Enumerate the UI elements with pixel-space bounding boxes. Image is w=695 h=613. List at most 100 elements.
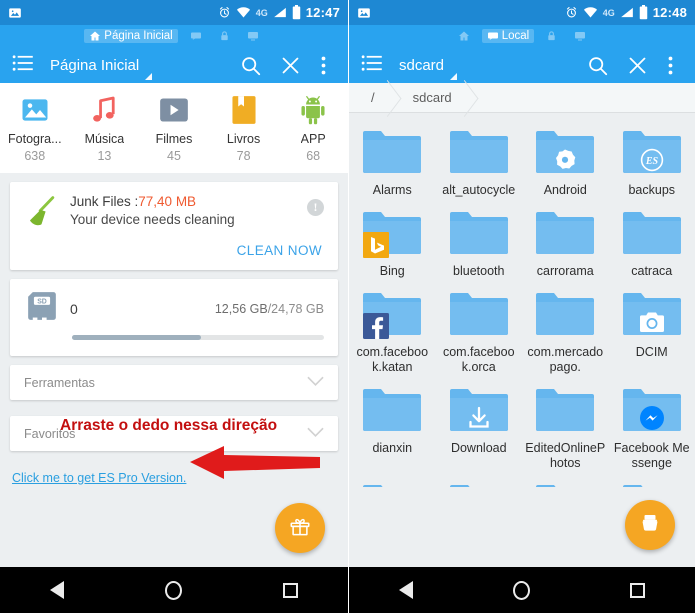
- home-circle-icon[interactable]: [164, 580, 182, 600]
- clean-now-button[interactable]: CLEAN NOW: [24, 235, 324, 262]
- folder-item[interactable]: [522, 477, 609, 487]
- folder-item[interactable]: Download: [436, 381, 523, 477]
- info-icon[interactable]: !: [307, 199, 324, 216]
- folder-item[interactable]: DCIM: [609, 285, 695, 381]
- svg-text:SD: SD: [37, 299, 47, 306]
- category-livros[interactable]: Livros 78: [209, 91, 279, 163]
- folder-item[interactable]: ES backups: [609, 123, 695, 204]
- toolbar-title: sdcard: [399, 56, 445, 74]
- back-triangle-icon[interactable]: [50, 581, 65, 599]
- storage-card[interactable]: SD 0 12,56 GB/24,78 GB: [10, 279, 338, 356]
- folder-name: Facebook Messenge: [613, 441, 690, 470]
- folder-icon: [361, 385, 423, 437]
- back-triangle-icon[interactable]: [399, 581, 413, 599]
- folder-item[interactable]: Facebook Messenge: [609, 381, 695, 477]
- folder-item[interactable]: dianxin: [349, 381, 436, 477]
- cleaner-fab-button[interactable]: [625, 500, 675, 550]
- folder-item[interactable]: Bing: [349, 204, 436, 285]
- folder-icon: [361, 127, 423, 179]
- network-type-label: 4G: [255, 7, 268, 18]
- breadcrumb-item-sdcard[interactable]: sdcard: [391, 83, 468, 113]
- folder-icon: [361, 208, 423, 260]
- junk-files-card[interactable]: Junk Files :77,40 MB Your device needs c…: [10, 182, 338, 270]
- category-app[interactable]: APP 68: [278, 91, 348, 163]
- category-count: 13: [97, 149, 112, 163]
- folder-item[interactable]: com.mercadopago.: [522, 285, 609, 381]
- folder-item[interactable]: bluetooth: [436, 204, 523, 285]
- dropdown-caret-icon[interactable]: [145, 73, 153, 80]
- folder-item[interactable]: EditedOnlinePhotos: [522, 381, 609, 477]
- category-filmes[interactable]: Filmes 45: [139, 91, 209, 163]
- folder-item[interactable]: com.facebook.orca: [436, 285, 523, 381]
- home-icon: [89, 30, 101, 42]
- folder-item[interactable]: alt_autocycle: [436, 123, 523, 204]
- chevron-down-icon[interactable]: [307, 374, 324, 392]
- wifi-icon: [583, 6, 598, 19]
- more-vertical-icon[interactable]: [657, 56, 683, 75]
- category-label: Livros: [226, 132, 261, 146]
- folder-item[interactable]: [349, 477, 436, 487]
- chevron-down-icon[interactable]: [307, 425, 324, 443]
- gift-icon: [289, 515, 311, 542]
- tab-secure[interactable]: [541, 29, 562, 43]
- list-menu-icon[interactable]: [361, 54, 391, 76]
- broom-icon: [24, 194, 60, 235]
- es-logo-icon: ES: [639, 147, 665, 173]
- junk-size: 77,40 MB: [138, 194, 197, 209]
- toolbar-right: sdcard: [349, 47, 695, 83]
- tab-pagina-inicial[interactable]: Página Inicial: [84, 29, 178, 43]
- home-circle-icon[interactable]: [513, 580, 530, 600]
- book-icon: [225, 91, 263, 129]
- tab-local[interactable]: [185, 29, 207, 43]
- close-icon[interactable]: [617, 55, 657, 76]
- category-shortcuts: Fotogra... 638 Música 13 Filmes 45 Livro…: [0, 83, 348, 173]
- recents-square-icon[interactable]: [630, 582, 645, 598]
- folder-item[interactable]: [609, 477, 695, 487]
- category-musica[interactable]: Música 13: [70, 91, 140, 163]
- folder-icon: [621, 481, 683, 487]
- storage-value: 0: [70, 300, 78, 317]
- storage-progress-fill: [72, 335, 201, 340]
- junk-subtitle: Your device needs cleaning: [70, 212, 235, 227]
- folder-icon: [534, 289, 596, 341]
- folder-icon: [448, 127, 510, 179]
- breadcrumb-item-root[interactable]: /: [349, 83, 391, 113]
- folder-item[interactable]: [436, 477, 523, 487]
- tab-secure[interactable]: [214, 29, 235, 43]
- tab-pagina-inicial[interactable]: [453, 29, 475, 43]
- folder-item[interactable]: carrorama: [522, 204, 609, 285]
- android-navigation-bar-right: [349, 567, 695, 613]
- tab-remote[interactable]: [569, 29, 591, 43]
- dropdown-caret-icon[interactable]: [450, 73, 458, 80]
- folder-name: com.facebook.orca: [442, 345, 515, 374]
- folder-item[interactable]: Alarms: [349, 123, 436, 204]
- folder-item[interactable]: catraca: [609, 204, 695, 285]
- download-icon: [466, 405, 492, 431]
- es-pro-link[interactable]: Click me to get ES Pro Version.: [12, 471, 186, 485]
- tab-label: Local: [501, 30, 530, 42]
- left-arrow-annotation: [190, 443, 320, 486]
- gift-fab-button[interactable]: [275, 503, 325, 553]
- recents-square-icon[interactable]: [282, 582, 298, 598]
- storage-total: 24,78 GB: [271, 301, 324, 316]
- network-type-label: 4G: [602, 7, 615, 18]
- search-icon[interactable]: [577, 55, 617, 76]
- status-bar-left: 4G 12:47: [0, 0, 348, 25]
- battery-icon: [292, 5, 301, 20]
- search-icon[interactable]: [230, 55, 270, 76]
- android-navigation-bar-left: [0, 567, 348, 613]
- category-fotografias[interactable]: Fotogra... 638: [0, 91, 70, 163]
- category-count: 45: [167, 149, 181, 163]
- folder-name: com.mercadopago.: [527, 345, 604, 374]
- list-menu-icon[interactable]: [12, 54, 42, 76]
- tab-local[interactable]: Local: [481, 29, 535, 43]
- section-ferramentas[interactable]: Ferramentas: [10, 365, 338, 400]
- toolbar-title: Página Inicial: [50, 56, 140, 74]
- tab-strip-left: Página Inicial: [0, 25, 348, 47]
- folder-item[interactable]: com.facebook.katan: [349, 285, 436, 381]
- more-vertical-icon[interactable]: [310, 56, 336, 75]
- folder-name: DCIM: [635, 345, 668, 359]
- tab-remote[interactable]: [242, 29, 264, 43]
- folder-item[interactable]: Android: [522, 123, 609, 204]
- close-icon[interactable]: [270, 55, 310, 76]
